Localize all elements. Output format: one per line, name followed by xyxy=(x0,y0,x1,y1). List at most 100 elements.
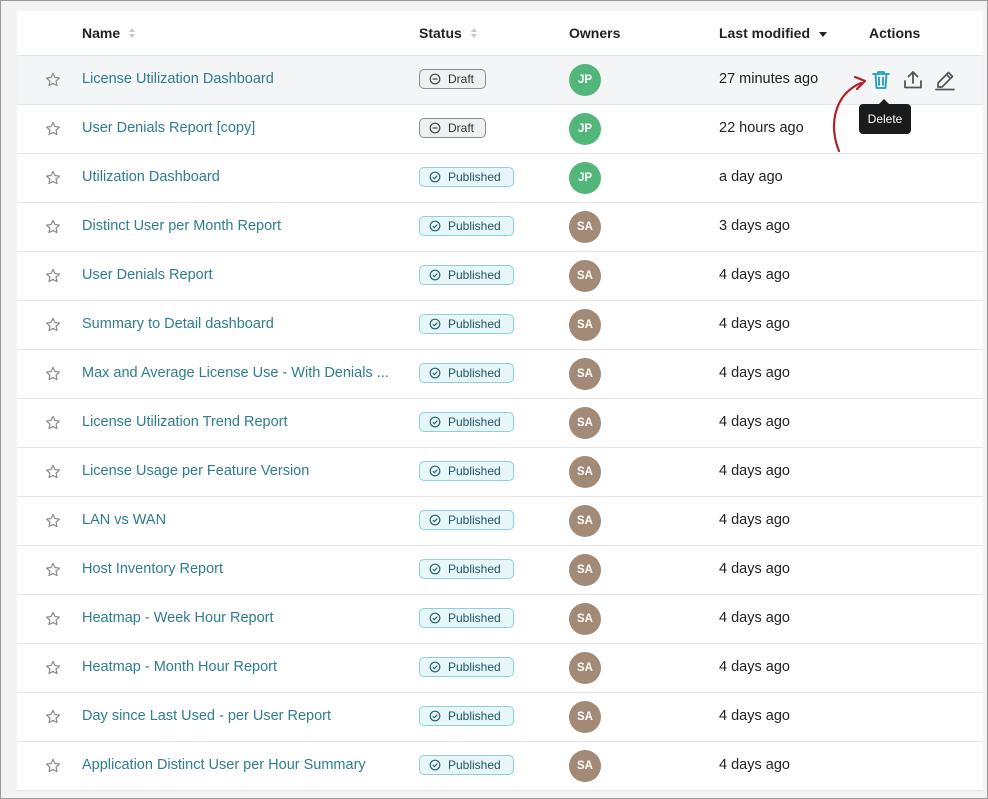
report-name-link[interactable]: Heatmap - Month Hour Report xyxy=(82,659,277,675)
edit-icon[interactable] xyxy=(933,68,957,92)
column-header-owners: Owners xyxy=(569,25,621,41)
favorite-star-icon[interactable] xyxy=(44,708,62,726)
column-header-last-modified[interactable]: Last modified xyxy=(719,25,828,41)
published-check-icon xyxy=(429,710,448,722)
status-badge: Published xyxy=(419,314,514,334)
table-row[interactable]: Heatmap - Week Hour Report Published SA 4 d… xyxy=(17,595,983,644)
owner-avatar: JP xyxy=(569,113,601,145)
table-row[interactable]: License Usage per Feature Version Publish… xyxy=(17,448,983,497)
table-row[interactable]: Summary to Detail dashboard Published SA 4 … xyxy=(17,301,983,350)
table-row[interactable]: LAN vs WAN Published SA 4 days ago xyxy=(17,497,983,546)
status-badge: Published xyxy=(419,216,514,236)
column-header-status[interactable]: Status xyxy=(419,25,477,41)
favorite-star-icon[interactable] xyxy=(44,414,62,432)
report-name-link[interactable]: Max and Average License Use - With Denia… xyxy=(82,365,389,381)
status-badge: Published xyxy=(419,412,514,432)
report-name-link[interactable]: Day since Last Used - per User Report xyxy=(82,708,331,724)
last-modified-text: 4 days ago xyxy=(719,463,790,479)
owner-avatar: JP xyxy=(569,64,601,96)
status-badge: Published xyxy=(419,706,514,726)
last-modified-text: 4 days ago xyxy=(719,757,790,773)
published-check-icon xyxy=(429,269,448,281)
favorite-star-icon[interactable] xyxy=(44,71,62,89)
table-row[interactable]: Application Distinct User per Hour Summa… xyxy=(17,742,983,791)
report-name-link[interactable]: LAN vs WAN xyxy=(82,512,166,528)
published-check-icon xyxy=(429,171,448,183)
owner-avatar: SA xyxy=(569,309,601,341)
last-modified-text: 22 hours ago xyxy=(719,120,804,136)
table-row[interactable]: Distinct User per Month Report Published S… xyxy=(17,203,983,252)
favorite-star-icon[interactable] xyxy=(44,561,62,579)
favorite-star-icon[interactable] xyxy=(44,365,62,383)
report-name-link[interactable]: License Utilization Trend Report xyxy=(82,414,288,430)
table-row[interactable]: User Denials Report Published SA 4 days ago xyxy=(17,252,983,301)
published-check-icon xyxy=(429,661,448,673)
table-header: Name Status Owners Last modified Actions xyxy=(17,11,983,56)
sort-icon[interactable] xyxy=(470,28,477,38)
table-row[interactable]: Utilization Dashboard Published JP a day ag… xyxy=(17,154,983,203)
status-badge: Published xyxy=(419,461,514,481)
published-check-icon xyxy=(429,465,448,477)
report-name-link[interactable]: License Usage per Feature Version xyxy=(82,463,309,479)
owner-avatar: SA xyxy=(569,211,601,243)
status-badge: Published xyxy=(419,265,514,285)
favorite-star-icon[interactable] xyxy=(44,659,62,677)
report-name-link[interactable]: Summary to Detail dashboard xyxy=(82,316,274,332)
table-row[interactable]: Heatmap - Month Hour Report Published SA 4 … xyxy=(17,644,983,693)
last-modified-text: 27 minutes ago xyxy=(719,71,819,87)
last-modified-text: 4 days ago xyxy=(719,267,790,283)
owner-avatar: SA xyxy=(569,358,601,390)
favorite-star-icon[interactable] xyxy=(44,610,62,628)
favorite-star-icon[interactable] xyxy=(44,316,62,334)
favorite-star-icon[interactable] xyxy=(44,512,62,530)
report-name-link[interactable]: Host Inventory Report xyxy=(82,561,223,577)
owner-avatar: SA xyxy=(569,652,601,684)
owner-avatar: SA xyxy=(569,505,601,537)
report-name-link[interactable]: Utilization Dashboard xyxy=(82,169,220,185)
favorite-star-icon[interactable] xyxy=(44,757,62,775)
favorite-star-icon[interactable] xyxy=(44,169,62,187)
status-badge: Published xyxy=(419,363,514,383)
report-name-link[interactable]: Distinct User per Month Report xyxy=(82,218,281,234)
report-name-link[interactable]: Heatmap - Week Hour Report xyxy=(82,610,274,626)
owner-avatar: SA xyxy=(569,407,601,439)
report-name-link[interactable]: Application Distinct User per Hour Summa… xyxy=(82,757,366,773)
published-check-icon xyxy=(429,367,448,379)
owner-avatar: SA xyxy=(569,456,601,488)
status-badge: Published xyxy=(419,608,514,628)
last-modified-text: 4 days ago xyxy=(719,512,790,528)
column-header-name[interactable]: Name xyxy=(82,25,136,41)
last-modified-text: 3 days ago xyxy=(719,218,790,234)
table-row[interactable]: License Utilization Trend Report Publishe… xyxy=(17,399,983,448)
status-badge: Draft xyxy=(419,118,486,138)
favorite-star-icon[interactable] xyxy=(44,463,62,481)
favorite-star-icon[interactable] xyxy=(44,218,62,236)
owner-avatar: JP xyxy=(569,162,601,194)
published-check-icon xyxy=(429,563,448,575)
report-name-link[interactable]: License Utilization Dashboard xyxy=(82,71,274,87)
table-row[interactable]: Max and Average License Use - With Denia… xyxy=(17,350,983,399)
last-modified-text: a day ago xyxy=(719,169,783,185)
table-row[interactable]: Day since Last Used - per User Report Pub… xyxy=(17,693,983,742)
upload-icon[interactable] xyxy=(901,68,925,92)
last-modified-text: 4 days ago xyxy=(719,316,790,332)
sort-icon[interactable] xyxy=(129,28,136,38)
owner-avatar: SA xyxy=(569,701,601,733)
report-name-link[interactable]: User Denials Report xyxy=(82,267,213,283)
last-modified-text: 4 days ago xyxy=(719,561,790,577)
published-check-icon xyxy=(429,514,448,526)
favorite-star-icon[interactable] xyxy=(44,120,62,138)
annotation-arrow-icon xyxy=(832,75,867,153)
table-row[interactable]: Host Inventory Report Published SA 4 days a… xyxy=(17,546,983,595)
report-name-link[interactable]: User Denials Report [copy] xyxy=(82,120,255,136)
status-badge: Published xyxy=(419,559,514,579)
status-badge: Draft xyxy=(419,69,486,89)
favorite-star-icon[interactable] xyxy=(44,267,62,285)
owner-avatar: SA xyxy=(569,554,601,586)
last-modified-text: 4 days ago xyxy=(719,659,790,675)
reports-table: Name Status Owners Last modified Actions… xyxy=(17,11,983,791)
published-check-icon xyxy=(429,612,448,624)
draft-status-icon xyxy=(429,122,448,134)
draft-status-icon xyxy=(429,73,448,85)
sort-descending-icon[interactable] xyxy=(819,31,828,37)
